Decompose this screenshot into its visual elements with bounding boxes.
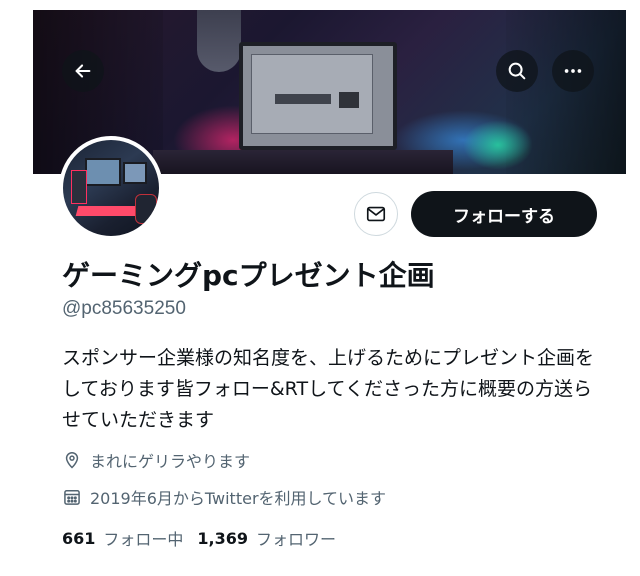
location-text: まれにゲリラやります bbox=[90, 452, 251, 471]
following-link[interactable]: 661 フォロー中 bbox=[62, 526, 183, 550]
banner-desk bbox=[153, 150, 453, 174]
join-date-text: 2019年6月からTwitterを利用しています bbox=[90, 489, 387, 508]
location-row: まれにゲリラやります bbox=[62, 448, 250, 472]
avatar-chair bbox=[135, 194, 157, 224]
avatar[interactable] bbox=[59, 136, 163, 240]
search-icon bbox=[508, 62, 526, 80]
avatar-screen-1 bbox=[85, 158, 121, 186]
banner-monitor-bar bbox=[275, 94, 331, 104]
envelope-icon bbox=[366, 206, 386, 222]
message-button[interactable] bbox=[354, 192, 398, 236]
followers-link[interactable]: 1,369 フォロワー bbox=[197, 526, 336, 550]
search-button[interactable] bbox=[496, 50, 538, 92]
followers-count: 1,369 bbox=[197, 528, 249, 548]
banner-lamp bbox=[197, 10, 241, 72]
banner-monitor bbox=[239, 42, 397, 150]
profile-bio: スポンサー企業様の知名度を、上げるためにプレゼント企画をしております皆フォロー&… bbox=[62, 347, 595, 431]
calendar-icon bbox=[64, 490, 80, 505]
following-count: 661 bbox=[62, 528, 96, 548]
followers-label: フォロワー bbox=[256, 530, 337, 549]
join-date-row: 2019年6月からTwitterを利用しています bbox=[62, 485, 386, 509]
avatar-keyboard bbox=[75, 206, 139, 216]
follow-stats: 661 フォロー中 1,369 フォロワー bbox=[62, 526, 336, 550]
more-horizontal-icon bbox=[564, 69, 582, 73]
more-button[interactable] bbox=[552, 50, 594, 92]
location-pin-icon bbox=[65, 452, 79, 469]
display-name: ゲーミングpcプレゼント企画 bbox=[62, 259, 435, 292]
username-handle: @pc85635250 bbox=[62, 298, 186, 319]
banner-monitor-box bbox=[339, 92, 359, 108]
arrow-left-icon bbox=[75, 64, 91, 78]
following-label: フォロー中 bbox=[103, 530, 184, 549]
avatar-pc-case bbox=[71, 170, 87, 204]
follow-button[interactable]: フォローする bbox=[411, 191, 597, 237]
avatar-screen-2 bbox=[123, 162, 147, 184]
banner-green-glow bbox=[463, 120, 533, 170]
back-button[interactable] bbox=[62, 50, 104, 92]
